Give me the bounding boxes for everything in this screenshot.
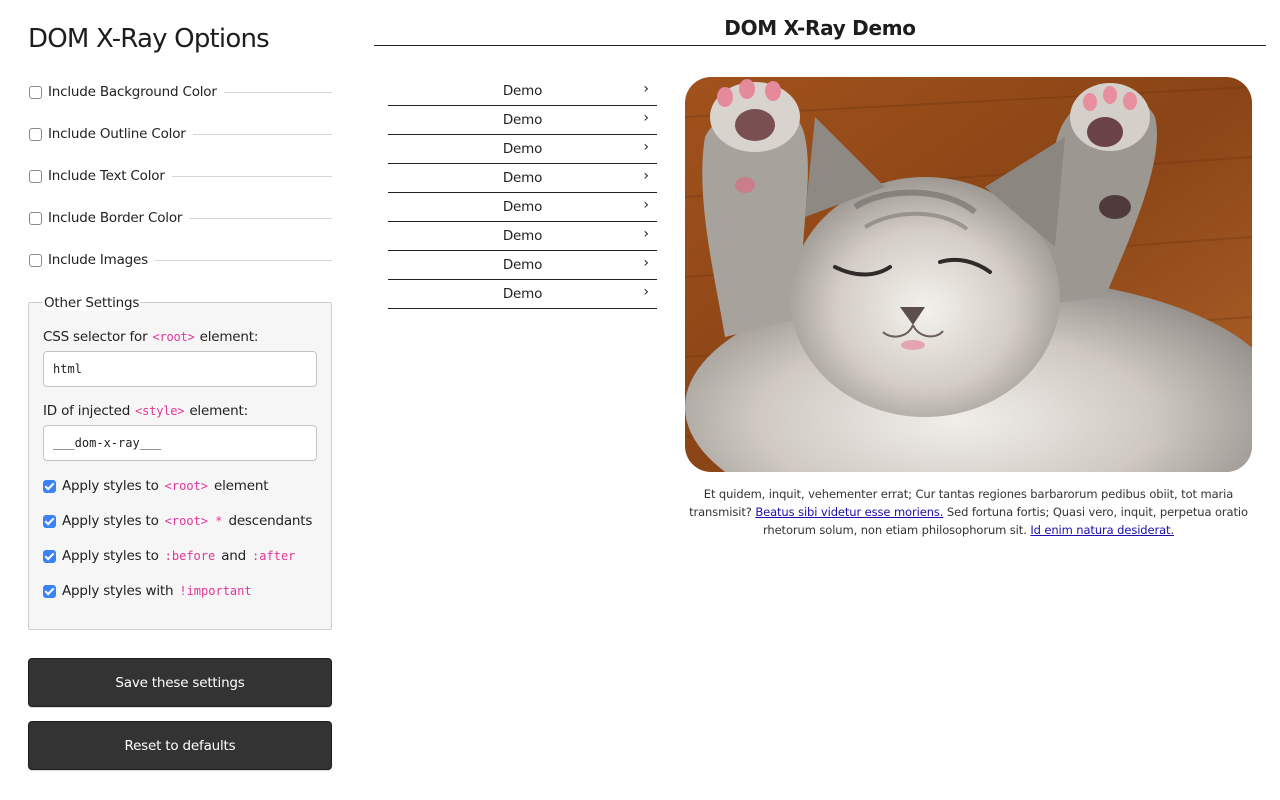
checkbox[interactable] <box>29 127 42 141</box>
menu-item[interactable]: Demo › <box>388 135 657 164</box>
menu-item-label: Demo <box>502 199 543 215</box>
apply-root-checkbox[interactable]: Apply styles to <root> element <box>43 477 268 495</box>
root-selector-label: CSS selector for <root> element: <box>43 329 258 345</box>
checkbox-checked[interactable] <box>43 584 56 598</box>
toggle-label: Include Images <box>48 252 148 268</box>
chevron-right-icon: › <box>643 110 649 126</box>
code-important: !important <box>179 584 252 598</box>
caption-link[interactable]: Beatus sibi videtur esse moriens. <box>755 505 943 519</box>
checkbox-label: Apply styles with <box>62 583 174 599</box>
checkbox[interactable] <box>29 85 42 99</box>
checkbox-label: Apply styles to <box>62 548 159 564</box>
toggle-background-color[interactable]: Include Background Color <box>28 82 332 102</box>
demo-caption: Et quidem, inquit, vehementer errat; Cur… <box>685 485 1252 539</box>
checkbox-checked[interactable] <box>43 479 56 493</box>
toggle-images[interactable]: Include Images <box>28 250 332 270</box>
apply-descendants-checkbox[interactable]: Apply styles to <root> * descendants <box>43 512 312 530</box>
code-root: <root> <box>164 479 209 493</box>
menu-item[interactable]: Demo › <box>388 193 657 222</box>
reset-button[interactable]: Reset to defaults <box>28 721 332 770</box>
apply-important-checkbox[interactable]: Apply styles with !important <box>43 582 258 600</box>
menu-item-label: Demo <box>502 286 543 302</box>
checkbox-label: Apply styles to <box>62 478 159 494</box>
menu-item[interactable]: Demo › <box>388 77 657 106</box>
toggle-outline-color[interactable]: Include Outline Color <box>28 124 332 144</box>
menu-item[interactable]: Demo › <box>388 251 657 280</box>
code-before: :before <box>164 549 216 563</box>
label-text: element: <box>189 403 248 419</box>
checkbox-label: descendants <box>228 513 313 529</box>
label-text: CSS selector for <box>43 329 148 345</box>
page-title: DOM X-Ray Options <box>28 24 270 54</box>
chevron-right-icon: › <box>643 255 649 271</box>
divider <box>154 260 332 261</box>
chevron-right-icon: › <box>643 197 649 213</box>
demo-title: DOM X-Ray Demo <box>374 16 1266 46</box>
style-id-input[interactable]: ___dom-x-ray___ <box>43 425 317 461</box>
chevron-right-icon: › <box>643 284 649 300</box>
kitten-photo <box>685 77 1252 472</box>
menu-item-label: Demo <box>502 112 543 128</box>
toggle-label: Include Border Color <box>48 210 183 226</box>
caption-link[interactable]: Id enim natura desiderat. <box>1030 523 1174 537</box>
menu-item[interactable]: Demo › <box>388 164 657 193</box>
divider <box>192 134 332 135</box>
checkbox[interactable] <box>29 253 42 267</box>
divider <box>223 92 332 93</box>
save-button[interactable]: Save these settings <box>28 658 332 707</box>
toggle-label: Include Background Color <box>48 84 217 100</box>
divider <box>171 176 332 177</box>
menu-item-label: Demo <box>502 257 543 273</box>
root-selector-input[interactable]: html <box>43 351 317 387</box>
menu-item-label: Demo <box>502 141 543 157</box>
checkbox[interactable] <box>29 169 42 183</box>
label-text: ID of injected <box>43 403 131 419</box>
chevron-right-icon: › <box>643 226 649 242</box>
fieldset-legend: Other Settings <box>43 295 141 311</box>
checkbox-checked[interactable] <box>43 549 56 563</box>
checkbox-checked[interactable] <box>43 514 56 528</box>
divider <box>189 218 332 219</box>
chevron-right-icon: › <box>643 81 649 97</box>
other-settings-fieldset: Other Settings CSS selector for <root> ele… <box>28 295 332 630</box>
menu-item-label: Demo <box>502 83 543 99</box>
menu-item[interactable]: Demo › <box>388 280 657 309</box>
code-root: <root> <box>152 330 195 344</box>
toggle-text-color[interactable]: Include Text Color <box>28 166 332 186</box>
checkbox[interactable] <box>29 211 42 225</box>
toggle-label: Include Text Color <box>48 168 165 184</box>
menu-item-label: Demo <box>502 170 543 186</box>
checkbox-label: element <box>214 478 269 494</box>
checkbox-label: and <box>221 548 247 564</box>
code-root-descendants: <root> * <box>164 514 223 528</box>
code-after: :after <box>252 549 296 563</box>
demo-menu: Demo › Demo › Demo › Demo › Demo › Demo › Demo… <box>388 77 657 309</box>
chevron-right-icon: › <box>643 168 649 184</box>
menu-item[interactable]: Demo › <box>388 222 657 251</box>
toggle-border-color[interactable]: Include Border Color <box>28 208 332 228</box>
style-id-label: ID of injected <style> element: <box>43 403 248 419</box>
chevron-right-icon: › <box>643 139 649 155</box>
apply-pseudo-checkbox[interactable]: Apply styles to :before and :after <box>43 547 301 565</box>
toggle-label: Include Outline Color <box>48 126 186 142</box>
code-style: <style> <box>135 404 185 418</box>
menu-item-label: Demo <box>502 228 543 244</box>
checkbox-label: Apply styles to <box>62 513 159 529</box>
label-text: element: <box>199 329 259 345</box>
menu-item[interactable]: Demo › <box>388 106 657 135</box>
